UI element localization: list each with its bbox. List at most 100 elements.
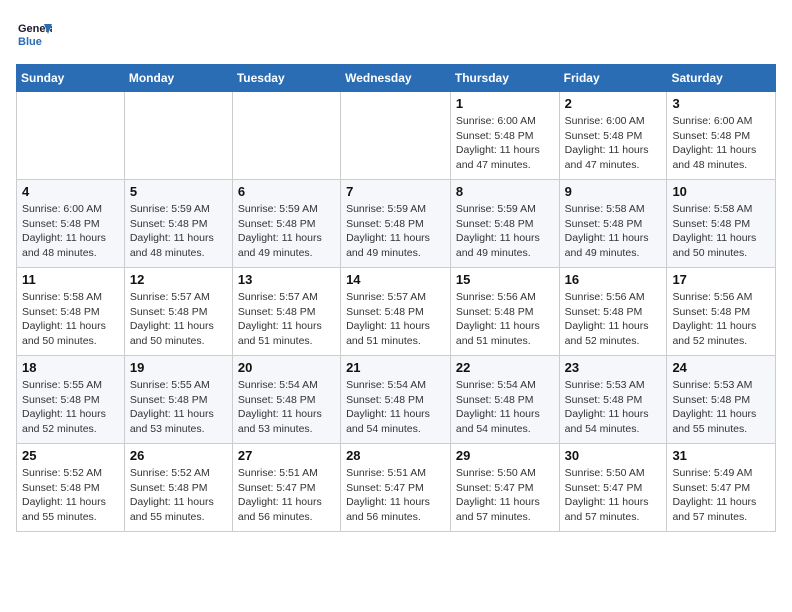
day-info: Sunrise: 5:55 AM Sunset: 5:48 PM Dayligh… — [22, 378, 119, 437]
day-info: Sunrise: 5:56 AM Sunset: 5:48 PM Dayligh… — [565, 290, 662, 349]
calendar-cell: 28 Sunrise: 5:51 AM Sunset: 5:47 PM Dayli… — [341, 444, 451, 532]
calendar-week-row: 4 Sunrise: 6:00 AM Sunset: 5:48 PM Daylig… — [17, 180, 776, 268]
weekday-header-row: SundayMondayTuesdayWednesdayThursdayFrid… — [17, 65, 776, 92]
day-number: 17 — [672, 272, 770, 287]
day-number: 16 — [565, 272, 662, 287]
day-info: Sunrise: 5:59 AM Sunset: 5:48 PM Dayligh… — [130, 202, 227, 261]
day-info: Sunrise: 5:58 AM Sunset: 5:48 PM Dayligh… — [22, 290, 119, 349]
calendar-cell — [124, 92, 232, 180]
day-info: Sunrise: 5:56 AM Sunset: 5:48 PM Dayligh… — [456, 290, 554, 349]
calendar-cell: 11 Sunrise: 5:58 AM Sunset: 5:48 PM Dayli… — [17, 268, 125, 356]
calendar-cell: 21 Sunrise: 5:54 AM Sunset: 5:48 PM Dayli… — [341, 356, 451, 444]
calendar-week-row: 11 Sunrise: 5:58 AM Sunset: 5:48 PM Dayli… — [17, 268, 776, 356]
weekday-header-tuesday: Tuesday — [232, 65, 340, 92]
day-number: 6 — [238, 184, 335, 199]
calendar-cell: 8 Sunrise: 5:59 AM Sunset: 5:48 PM Daylig… — [450, 180, 559, 268]
day-number: 7 — [346, 184, 445, 199]
day-info: Sunrise: 5:57 AM Sunset: 5:48 PM Dayligh… — [130, 290, 227, 349]
day-info: Sunrise: 5:53 AM Sunset: 5:48 PM Dayligh… — [565, 378, 662, 437]
calendar-cell: 29Sunrise: 5:50 AM Sunset: 5:47 PM Dayli… — [450, 444, 559, 532]
day-number: 20 — [238, 360, 335, 375]
logo-icon: General Blue — [16, 16, 52, 52]
day-info: Sunrise: 5:58 AM Sunset: 5:48 PM Dayligh… — [565, 202, 662, 261]
calendar-cell: 24 Sunrise: 5:53 AM Sunset: 5:48 PM Dayli… — [667, 356, 776, 444]
calendar-cell: 2Sunrise: 6:00 AM Sunset: 5:48 PM Daylig… — [559, 92, 667, 180]
svg-text:Blue: Blue — [18, 36, 42, 48]
calendar-cell: 31 Sunrise: 5:49 AM Sunset: 5:47 PM Dayli… — [667, 444, 776, 532]
calendar-cell: 27Sunrise: 5:51 AM Sunset: 5:47 PM Dayli… — [232, 444, 340, 532]
day-number: 5 — [130, 184, 227, 199]
calendar-cell: 15 Sunrise: 5:56 AM Sunset: 5:48 PM Dayli… — [450, 268, 559, 356]
calendar-week-row: 18 Sunrise: 5:55 AM Sunset: 5:48 PM Dayli… — [17, 356, 776, 444]
weekday-header-sunday: Sunday — [17, 65, 125, 92]
day-number: 4 — [22, 184, 119, 199]
calendar-week-row: 25 Sunrise: 5:52 AM Sunset: 5:48 PM Dayli… — [17, 444, 776, 532]
weekday-header-saturday: Saturday — [667, 65, 776, 92]
calendar-cell: 23Sunrise: 5:53 AM Sunset: 5:48 PM Dayli… — [559, 356, 667, 444]
day-info: Sunrise: 6:00 AM Sunset: 5:48 PM Dayligh… — [22, 202, 119, 261]
day-number: 9 — [565, 184, 662, 199]
day-number: 21 — [346, 360, 445, 375]
calendar-header: SundayMondayTuesdayWednesdayThursdayFrid… — [17, 65, 776, 92]
day-number: 26 — [130, 448, 227, 463]
day-number: 31 — [672, 448, 770, 463]
calendar-cell: 30Sunrise: 5:50 AM Sunset: 5:47 PM Dayli… — [559, 444, 667, 532]
day-number: 13 — [238, 272, 335, 287]
day-info: Sunrise: 5:49 AM Sunset: 5:47 PM Dayligh… — [672, 466, 770, 525]
day-number: 29 — [456, 448, 554, 463]
day-info: Sunrise: 5:54 AM Sunset: 5:48 PM Dayligh… — [346, 378, 445, 437]
calendar-cell: 4 Sunrise: 6:00 AM Sunset: 5:48 PM Daylig… — [17, 180, 125, 268]
day-info: Sunrise: 5:53 AM Sunset: 5:48 PM Dayligh… — [672, 378, 770, 437]
calendar-cell: 7Sunrise: 5:59 AM Sunset: 5:48 PM Daylig… — [341, 180, 451, 268]
day-number: 14 — [346, 272, 445, 287]
day-number: 2 — [565, 96, 662, 111]
day-number: 18 — [22, 360, 119, 375]
day-number: 10 — [672, 184, 770, 199]
calendar-cell: 25 Sunrise: 5:52 AM Sunset: 5:48 PM Dayli… — [17, 444, 125, 532]
day-number: 19 — [130, 360, 227, 375]
calendar-cell: 17 Sunrise: 5:56 AM Sunset: 5:48 PM Dayli… — [667, 268, 776, 356]
weekday-header-thursday: Thursday — [450, 65, 559, 92]
weekday-header-wednesday: Wednesday — [341, 65, 451, 92]
calendar-table: SundayMondayTuesdayWednesdayThursdayFrid… — [16, 64, 776, 532]
calendar-cell — [232, 92, 340, 180]
day-info: Sunrise: 5:51 AM Sunset: 5:47 PM Dayligh… — [346, 466, 445, 525]
calendar-cell: 5 Sunrise: 5:59 AM Sunset: 5:48 PM Daylig… — [124, 180, 232, 268]
calendar-cell: 20Sunrise: 5:54 AM Sunset: 5:48 PM Dayli… — [232, 356, 340, 444]
day-info: Sunrise: 6:00 AM Sunset: 5:48 PM Dayligh… — [456, 114, 554, 173]
calendar-cell: 16 Sunrise: 5:56 AM Sunset: 5:48 PM Dayli… — [559, 268, 667, 356]
calendar-cell: 19Sunrise: 5:55 AM Sunset: 5:48 PM Dayli… — [124, 356, 232, 444]
calendar-cell: 14 Sunrise: 5:57 AM Sunset: 5:48 PM Dayli… — [341, 268, 451, 356]
day-number: 3 — [672, 96, 770, 111]
calendar-cell: 10 Sunrise: 5:58 AM Sunset: 5:48 PM Dayli… — [667, 180, 776, 268]
day-number: 22 — [456, 360, 554, 375]
weekday-header-friday: Friday — [559, 65, 667, 92]
day-number: 8 — [456, 184, 554, 199]
day-number: 25 — [22, 448, 119, 463]
day-info: Sunrise: 5:58 AM Sunset: 5:48 PM Dayligh… — [672, 202, 770, 261]
day-info: Sunrise: 5:52 AM Sunset: 5:48 PM Dayligh… — [22, 466, 119, 525]
calendar-cell: 12 Sunrise: 5:57 AM Sunset: 5:48 PM Dayli… — [124, 268, 232, 356]
day-info: Sunrise: 5:59 AM Sunset: 5:48 PM Dayligh… — [456, 202, 554, 261]
day-info: Sunrise: 5:54 AM Sunset: 5:48 PM Dayligh… — [456, 378, 554, 437]
day-info: Sunrise: 5:57 AM Sunset: 5:48 PM Dayligh… — [238, 290, 335, 349]
day-info: Sunrise: 5:51 AM Sunset: 5:47 PM Dayligh… — [238, 466, 335, 525]
calendar-week-row: 1 Sunrise: 6:00 AM Sunset: 5:48 PM Daylig… — [17, 92, 776, 180]
calendar-cell: 22 Sunrise: 5:54 AM Sunset: 5:48 PM Dayli… — [450, 356, 559, 444]
day-number: 12 — [130, 272, 227, 287]
day-info: Sunrise: 5:56 AM Sunset: 5:48 PM Dayligh… — [672, 290, 770, 349]
day-number: 11 — [22, 272, 119, 287]
day-number: 24 — [672, 360, 770, 375]
day-info: Sunrise: 5:50 AM Sunset: 5:47 PM Dayligh… — [565, 466, 662, 525]
day-info: Sunrise: 5:52 AM Sunset: 5:48 PM Dayligh… — [130, 466, 227, 525]
day-number: 15 — [456, 272, 554, 287]
day-info: Sunrise: 5:59 AM Sunset: 5:48 PM Dayligh… — [238, 202, 335, 261]
calendar-cell: 1 Sunrise: 6:00 AM Sunset: 5:48 PM Daylig… — [450, 92, 559, 180]
day-number: 28 — [346, 448, 445, 463]
calendar-cell — [341, 92, 451, 180]
day-info: Sunrise: 5:57 AM Sunset: 5:48 PM Dayligh… — [346, 290, 445, 349]
calendar-cell: 26 Sunrise: 5:52 AM Sunset: 5:48 PM Dayli… — [124, 444, 232, 532]
calendar-cell: 6 Sunrise: 5:59 AM Sunset: 5:48 PM Daylig… — [232, 180, 340, 268]
calendar-cell: 9 Sunrise: 5:58 AM Sunset: 5:48 PM Daylig… — [559, 180, 667, 268]
day-number: 1 — [456, 96, 554, 111]
